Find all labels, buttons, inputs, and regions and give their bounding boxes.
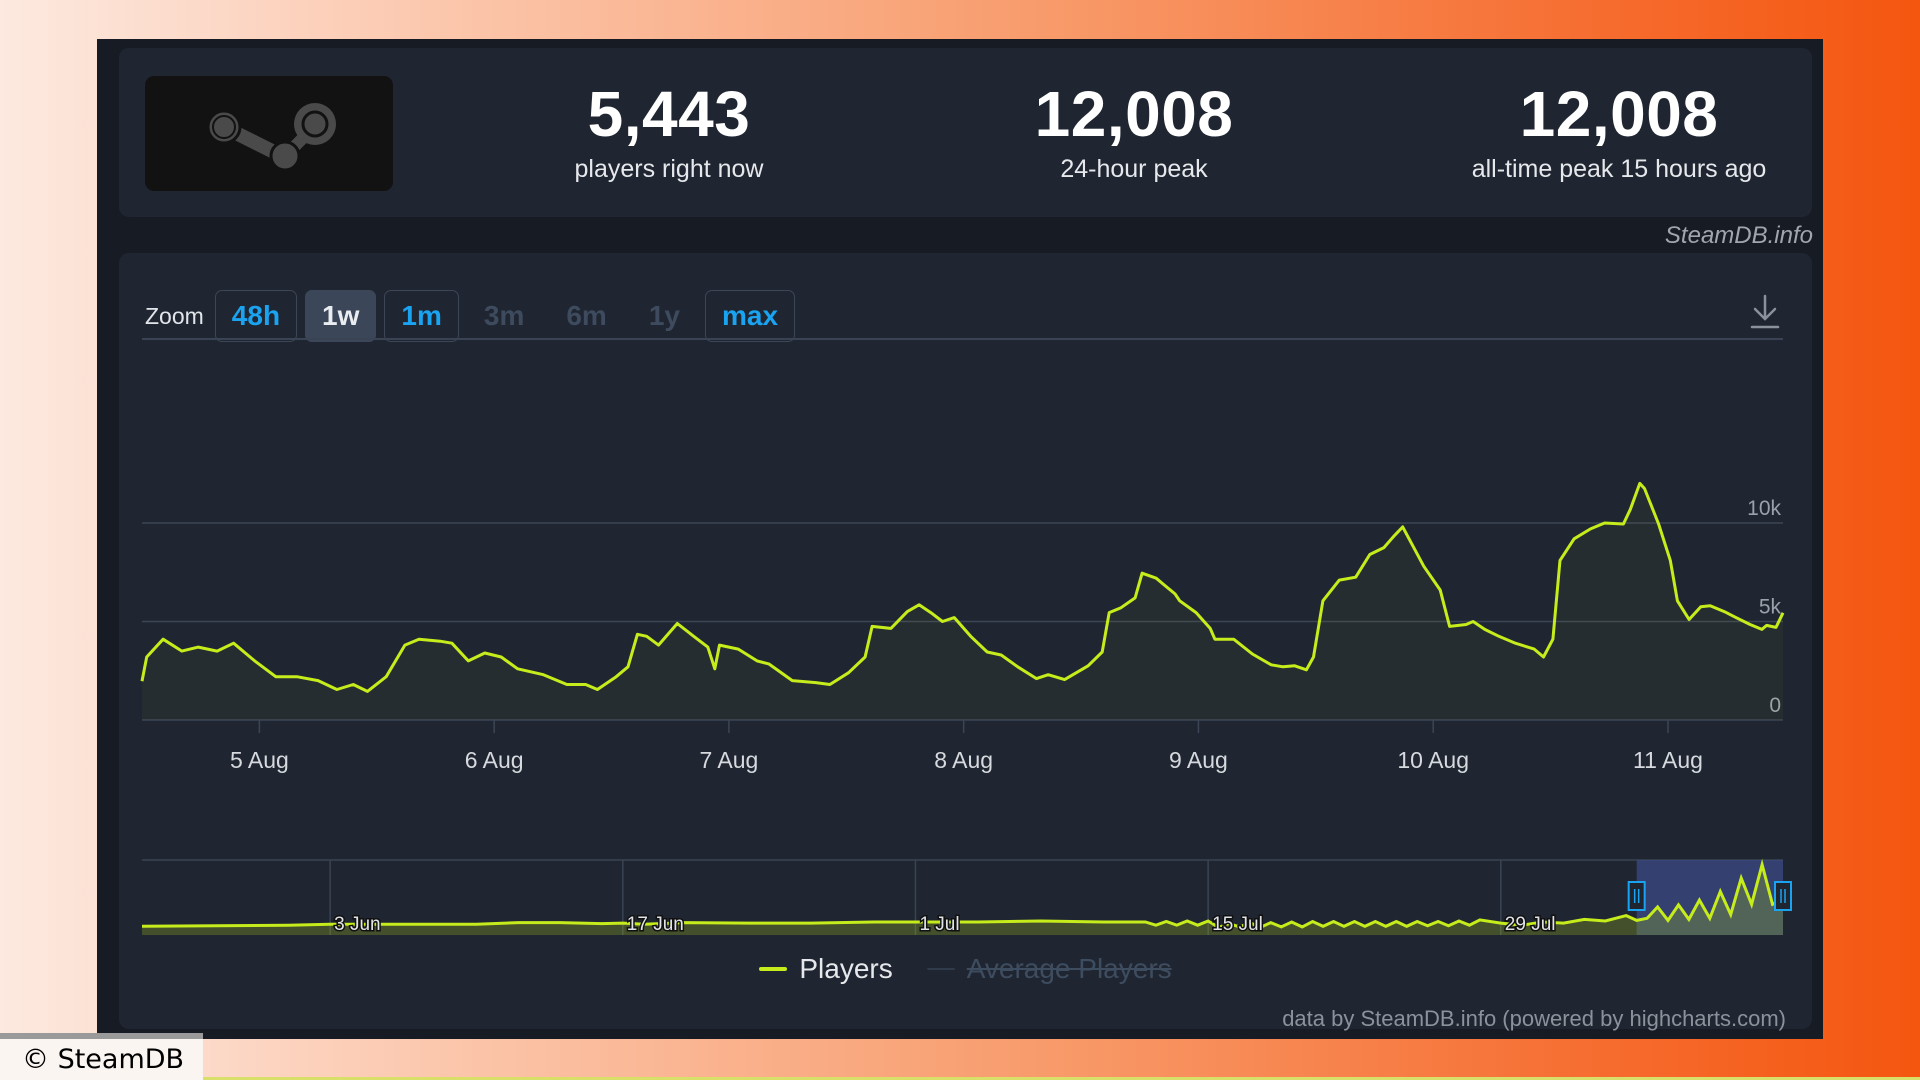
peak-24h-value: 12,008 — [1034, 78, 1234, 150]
legend-label-average-players: Average Players — [966, 953, 1172, 984]
current-players-label: players right now — [574, 155, 764, 183]
navigator-tick-label: 29 Jul — [1505, 914, 1556, 935]
stat-24h-peak: 12,008 24-hour peak — [964, 78, 1304, 184]
players-area — [142, 483, 1783, 720]
navigator-handle-left[interactable] — [1627, 881, 1646, 911]
x-tick-label: 8 Aug — [934, 747, 993, 773]
steamdb-watermark: SteamDB.info — [1664, 222, 1813, 249]
x-tick-label: 11 Aug — [1633, 747, 1703, 773]
navigator-tick-label: 17 Jun — [627, 914, 684, 935]
y-tick-label: 10k — [1747, 497, 1781, 520]
all-time-peak-label: all-time peak 15 hours ago — [1471, 155, 1767, 183]
all-time-peak-value: 12,008 — [1519, 78, 1719, 150]
stats-header: 5,443 players right now 12,008 24-hour p… — [119, 48, 1812, 217]
legend-swatch-players — [759, 967, 788, 971]
app-logo — [145, 76, 393, 191]
stat-current-players: 5,443 players right now — [499, 78, 839, 184]
legend-swatch-average-players — [926, 968, 955, 970]
navigator-tick-label: 1 Jul — [919, 914, 959, 935]
copyright-badge: © SteamDB — [0, 1033, 203, 1080]
player-count-chart[interactable]: 05k10k5 Aug6 Aug7 Aug8 Aug9 Aug10 Aug11 … — [119, 253, 1812, 953]
x-tick-label: 5 Aug — [230, 747, 289, 773]
legend-item-average-players[interactable]: Average Players — [926, 953, 1172, 985]
chart-card: Zoom 48h 1w 1m 3m 6m 1y max 05k10k5 Aug6… — [119, 253, 1812, 1032]
handle-grip — [1627, 881, 1646, 911]
navigator-tick-label: 3 Jun — [334, 914, 380, 935]
x-tick-label: 10 Aug — [1397, 747, 1469, 773]
navigator-tick-label: 15 Jul — [1212, 914, 1263, 935]
legend-item-players[interactable]: Players — [759, 953, 893, 985]
chart-legend: Players Average Players — [119, 953, 1812, 985]
steamdb-panel: 5,443 players right now 12,008 24-hour p… — [97, 39, 1823, 1039]
peak-24h-label: 24-hour peak — [1060, 155, 1208, 183]
x-tick-label: 6 Aug — [465, 747, 524, 773]
steam-logo-icon — [206, 102, 336, 171]
legend-label-players: Players — [799, 953, 893, 984]
handle-grip — [1774, 881, 1792, 911]
navigator-handle-right[interactable] — [1774, 881, 1792, 911]
x-tick-label: 9 Aug — [1169, 747, 1228, 773]
y-tick-label: 5k — [1759, 596, 1782, 619]
current-players-value: 5,443 — [587, 78, 751, 150]
stat-all-time-peak: 12,008 all-time peak 15 hours ago — [1409, 78, 1829, 184]
x-tick-label: 7 Aug — [699, 747, 758, 773]
chart-credits[interactable]: data by SteamDB.info (powered by highcha… — [1282, 1006, 1786, 1032]
